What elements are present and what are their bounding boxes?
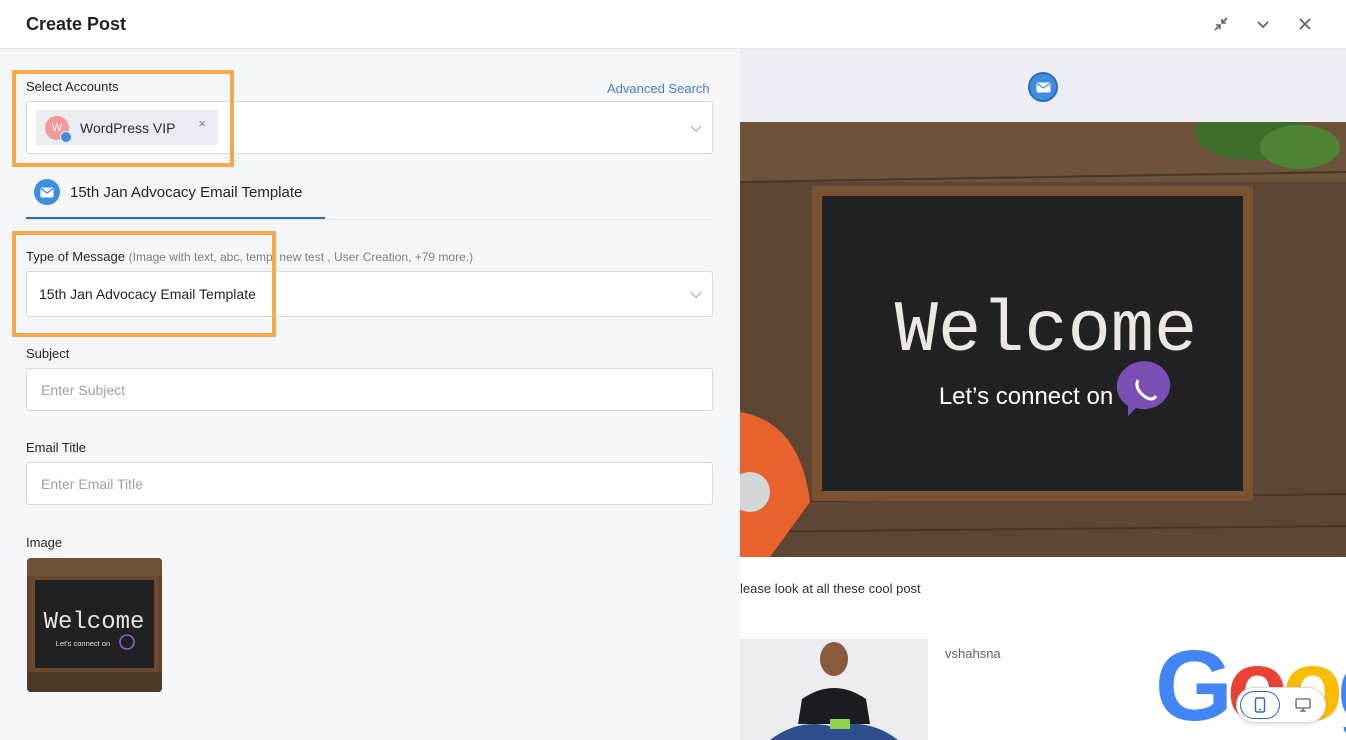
desktop-icon xyxy=(1295,698,1311,712)
image-label: Image xyxy=(26,535,63,550)
advanced-search-link[interactable]: Advanced Search xyxy=(607,81,710,96)
subject-input[interactable]: Enter Subject xyxy=(26,368,713,411)
preview-image: Welcome Let’s connect on xyxy=(740,104,1346,557)
message-type-select[interactable]: 15th Jan Advocacy Email Template xyxy=(26,271,713,317)
tab-email-template[interactable]: 15th Jan Advocacy Email Template xyxy=(26,175,325,219)
email-title-input[interactable]: Enter Email Title xyxy=(26,462,713,505)
mail-icon xyxy=(1028,72,1058,102)
email-title-label: Email Title xyxy=(26,440,86,455)
modal-header: Create Post xyxy=(0,0,1346,49)
collapse-icon[interactable] xyxy=(1210,13,1232,35)
email-preview: Welcome Let’s connect on lease look at a… xyxy=(740,49,1346,740)
type-label-text: Type of Message xyxy=(26,249,125,264)
chevron-down-icon[interactable] xyxy=(690,286,702,299)
post-form: Select Accounts Advanced Search W WordPr… xyxy=(0,49,740,740)
email-channel-icon xyxy=(60,131,72,143)
preview-header xyxy=(740,49,1346,122)
tab-label: 15th Jan Advocacy Email Template xyxy=(70,184,303,201)
type-hint: (Image with text, abc, temp, new test , … xyxy=(128,250,474,264)
email-title-placeholder: Enter Email Title xyxy=(41,475,143,492)
page-title: Create Post xyxy=(26,14,127,34)
mail-icon xyxy=(34,179,60,205)
subject-placeholder: Enter Subject xyxy=(41,381,126,398)
message-type-value: 15th Jan Advocacy Email Template xyxy=(39,286,256,302)
chevron-down-icon[interactable] xyxy=(690,120,702,132)
mobile-icon xyxy=(1254,697,1266,713)
preview-headline: Welcome xyxy=(895,290,1197,372)
close-icon[interactable] xyxy=(1294,13,1316,35)
preview-body-text: lease look at all these cool post xyxy=(740,581,921,596)
avatar: W xyxy=(45,116,72,143)
image-thumbnail[interactable]: Welcome Let's connect on xyxy=(27,558,162,692)
thumbnail-headline: Welcome xyxy=(44,609,145,636)
account-chip: W WordPress VIP × xyxy=(36,110,218,145)
thumbnail-subline: Let's connect on xyxy=(56,639,110,648)
google-logo: Google xyxy=(1155,630,1346,740)
desktop-view-button[interactable] xyxy=(1283,691,1323,719)
device-toggle xyxy=(1236,687,1326,723)
remove-chip-icon[interactable]: × xyxy=(198,116,206,131)
tab-divider xyxy=(26,219,713,220)
account-chip-name: WordPress VIP xyxy=(80,120,176,136)
accounts-select[interactable]: W WordPress VIP × xyxy=(26,101,713,154)
chevron-down-icon[interactable] xyxy=(1252,13,1274,35)
select-accounts-label: Select Accounts xyxy=(26,79,119,94)
subject-label: Subject xyxy=(26,346,70,361)
mobile-view-button[interactable] xyxy=(1240,691,1280,719)
author-photo xyxy=(740,639,928,740)
type-of-message-label: Type of Message (Image with text, abc, t… xyxy=(26,249,473,264)
preview-subline: Let’s connect on xyxy=(939,383,1113,410)
author-username: vshahsna xyxy=(945,646,1001,661)
